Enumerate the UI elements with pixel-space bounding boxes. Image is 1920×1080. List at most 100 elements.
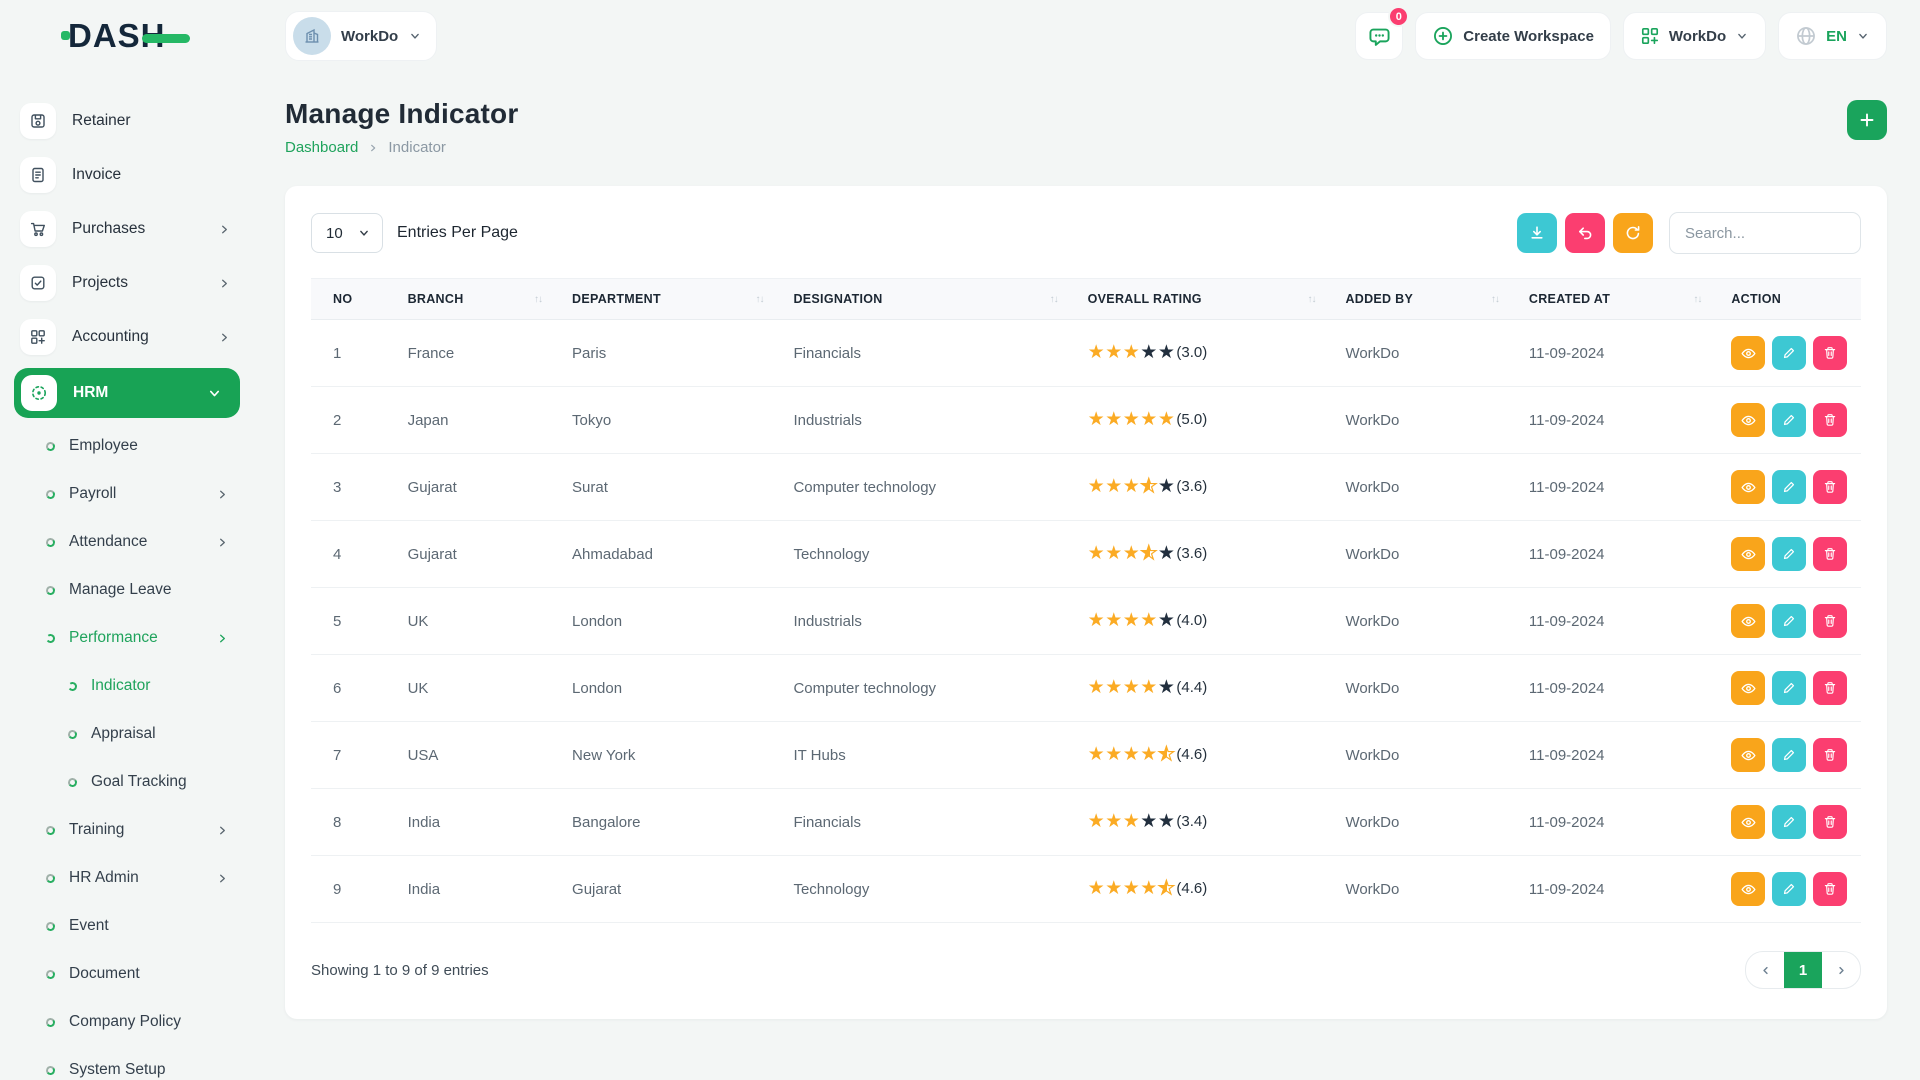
sidebar-item-label: HRM [73, 384, 191, 402]
delete-button[interactable] [1813, 738, 1847, 772]
sidebar-item-invoice[interactable]: Invoice [0, 148, 255, 202]
view-button[interactable] [1731, 403, 1765, 437]
edit-button[interactable] [1772, 336, 1806, 370]
export-button[interactable] [1517, 213, 1557, 253]
sidebar-item-purchases[interactable]: Purchases [0, 202, 255, 256]
sidebar-item-document[interactable]: Document [0, 950, 255, 998]
workdo-menu-button[interactable]: WorkDo [1623, 12, 1766, 60]
sidebar-item-label: HR Admin [69, 869, 202, 887]
sidebar-item-performance[interactable]: Performance [0, 614, 255, 662]
search-input[interactable] [1669, 212, 1861, 254]
cell-branch: India [400, 789, 564, 856]
delete-button[interactable] [1813, 403, 1847, 437]
view-button[interactable] [1731, 537, 1765, 571]
star-full-icon: ★ [1088, 477, 1106, 497]
star-empty-icon: ★ [1158, 611, 1176, 631]
column-header-designation[interactable]: DESIGNATION↑↓ [785, 279, 1079, 320]
edit-button[interactable] [1772, 805, 1806, 839]
logo[interactable]: DASH [68, 17, 190, 55]
cell-created-at: 11-09-2024 [1521, 320, 1723, 387]
edit-button[interactable] [1772, 604, 1806, 638]
delete-button[interactable] [1813, 336, 1847, 370]
cell-no: 1 [311, 320, 400, 387]
cell-no: 8 [311, 789, 400, 856]
cell-added-by: WorkDo [1337, 320, 1520, 387]
star-full-icon: ★ [1088, 879, 1106, 899]
view-button[interactable] [1731, 738, 1765, 772]
cell-no: 4 [311, 521, 400, 588]
delete-button[interactable] [1813, 537, 1847, 571]
sidebar-item-attendance[interactable]: Attendance [0, 518, 255, 566]
chevron-down-icon [1735, 29, 1749, 43]
sidebar-item-event[interactable]: Event [0, 902, 255, 950]
view-button[interactable] [1731, 671, 1765, 705]
star-full-icon: ★ [1123, 678, 1141, 698]
delete-button[interactable] [1813, 604, 1847, 638]
reset-button[interactable] [1565, 213, 1605, 253]
language-selector[interactable]: EN [1778, 12, 1887, 60]
sidebar-item-hrm[interactable]: HRM [14, 368, 240, 418]
cell-department: Bangalore [564, 789, 785, 856]
delete-button[interactable] [1813, 470, 1847, 504]
edit-button[interactable] [1772, 872, 1806, 906]
cell-branch: UK [400, 588, 564, 655]
sidebar-item-hr-admin[interactable]: HR Admin [0, 854, 255, 902]
column-header-created-at[interactable]: CREATED AT↑↓ [1521, 279, 1723, 320]
chevron-left-icon [1759, 964, 1772, 977]
sidebar-item-goal-tracking[interactable]: Goal Tracking [0, 758, 255, 806]
column-header-branch[interactable]: BRANCH↑↓ [400, 279, 564, 320]
create-workspace-button[interactable]: Create Workspace [1415, 12, 1611, 60]
pagination: 1 [1745, 951, 1861, 989]
delete-button[interactable] [1813, 872, 1847, 906]
previous-page-button[interactable] [1746, 952, 1784, 988]
logo-area: DASH [0, 17, 255, 55]
edit-button[interactable] [1772, 671, 1806, 705]
edit-button[interactable] [1772, 403, 1806, 437]
cell-designation: Financials [785, 320, 1079, 387]
sidebar-item-retainer[interactable]: Retainer [0, 94, 255, 148]
workspace-selector[interactable]: WorkDo [285, 11, 437, 61]
cell-rating: ★★★★★★(4.6) [1080, 856, 1338, 923]
sidebar-item-accounting[interactable]: Accounting [0, 310, 255, 364]
sidebar-item-training[interactable]: Training [0, 806, 255, 854]
column-header-department[interactable]: DEPARTMENT↑↓ [564, 279, 785, 320]
body-row: RetainerInvoicePurchasesProjectsAccounti… [0, 72, 1920, 1080]
messages-button[interactable]: 0 [1355, 12, 1403, 60]
add-indicator-button[interactable] [1847, 100, 1887, 140]
app-root: DASH WorkDo 0 Cre [0, 0, 1920, 1080]
view-button[interactable] [1731, 336, 1765, 370]
sidebar-item-payroll[interactable]: Payroll [0, 470, 255, 518]
edit-button[interactable] [1772, 470, 1806, 504]
sidebar-item-appraisal[interactable]: Appraisal [0, 710, 255, 758]
view-button[interactable] [1731, 604, 1765, 638]
star-full-icon: ★ [1088, 678, 1106, 698]
star-empty-icon: ★ [1140, 343, 1158, 363]
star-full-icon: ★ [1123, 410, 1141, 430]
cell-added-by: WorkDo [1337, 387, 1520, 454]
delete-button[interactable] [1813, 671, 1847, 705]
sidebar-item-projects[interactable]: Projects [0, 256, 255, 310]
tasks-icon [20, 265, 56, 301]
sidebar-item-indicator[interactable]: Indicator [0, 662, 255, 710]
cell-designation: Industrials [785, 588, 1079, 655]
sidebar-item-label: Manage Leave [69, 581, 229, 599]
next-page-button[interactable] [1822, 952, 1860, 988]
view-button[interactable] [1731, 470, 1765, 504]
delete-button[interactable] [1813, 805, 1847, 839]
sidebar-item-company-policy[interactable]: Company Policy [0, 998, 255, 1046]
column-header-overall-rating[interactable]: OVERALL RATING↑↓ [1080, 279, 1338, 320]
cell-rating: ★★★★★(3.4) [1080, 789, 1338, 856]
cell-branch: Gujarat [400, 521, 564, 588]
view-button[interactable] [1731, 805, 1765, 839]
column-header-added-by[interactable]: ADDED BY↑↓ [1337, 279, 1520, 320]
breadcrumb-dashboard-link[interactable]: Dashboard [285, 139, 358, 156]
edit-button[interactable] [1772, 537, 1806, 571]
sidebar-item-employee[interactable]: Employee [0, 422, 255, 470]
view-button[interactable] [1731, 872, 1765, 906]
edit-button[interactable] [1772, 738, 1806, 772]
sidebar-item-system-setup[interactable]: System Setup [0, 1046, 255, 1080]
refresh-button[interactable] [1613, 213, 1653, 253]
sidebar-item-manage-leave[interactable]: Manage Leave [0, 566, 255, 614]
entries-per-page-select[interactable]: 10 [311, 213, 383, 253]
page-1-button[interactable]: 1 [1784, 952, 1822, 988]
